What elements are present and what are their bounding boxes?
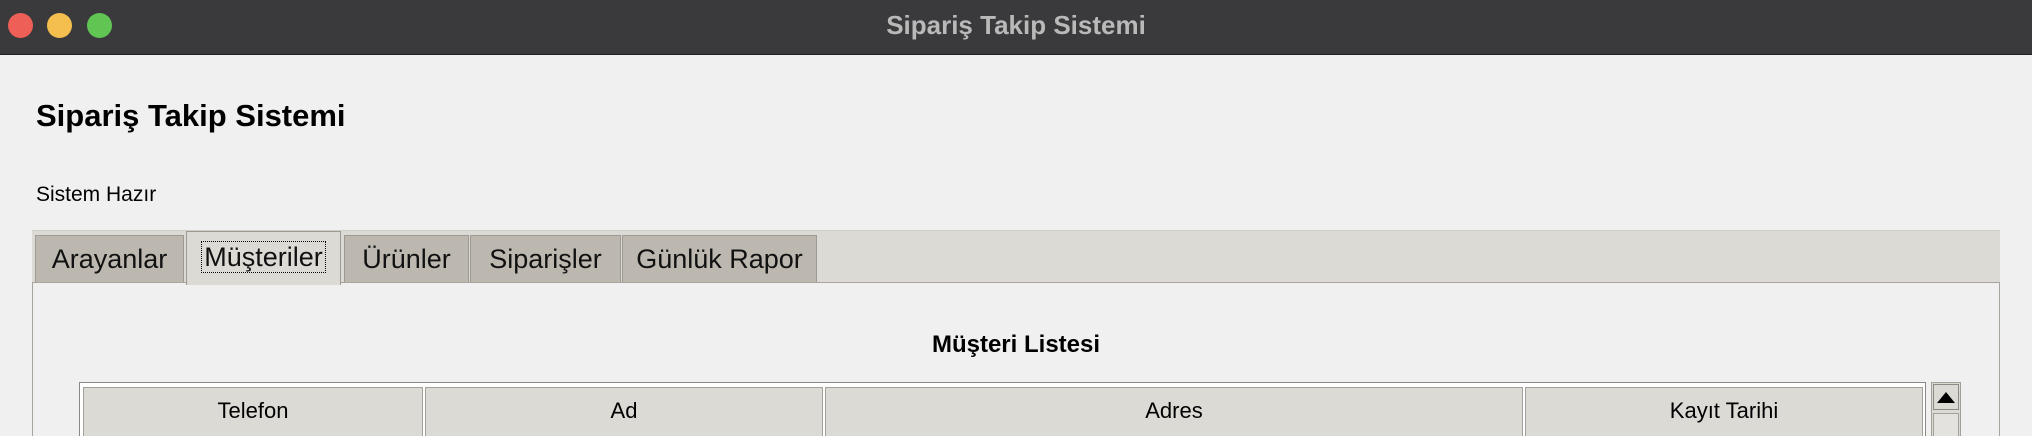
tab-musteriler[interactable]: Müşteriler (186, 231, 341, 285)
arrow-up-icon (1937, 391, 1955, 403)
column-header-telefon[interactable]: Telefon (83, 387, 423, 436)
tab-gunluk-rapor[interactable]: Günlük Rapor (622, 235, 817, 283)
scrollbar-trough[interactable] (1933, 413, 1959, 436)
tab-bar: Arayanlar Müşteriler Ürünler Siparişler … (32, 230, 2000, 285)
vertical-scrollbar[interactable] (1931, 382, 1961, 436)
column-header-adres[interactable]: Adres (825, 387, 1523, 436)
tab-label: Siparişler (489, 244, 602, 274)
customer-list-heading: Müşteri Listesi (931, 331, 1101, 358)
app-window: Sipariş Takip Sistemi Sipariş Takip Sist… (0, 0, 2032, 436)
tab-label: Müşteriler (201, 241, 326, 273)
status-label: Sistem Hazır (36, 183, 157, 206)
customers-panel: Müşteri Listesi Telefon Ad Adres Kayıt T… (32, 282, 2000, 436)
tab-label: Arayanlar (51, 244, 168, 274)
tab-siparisler[interactable]: Siparişler (470, 235, 621, 283)
tab-arayanlar[interactable]: Arayanlar (35, 235, 184, 283)
tab-urunler[interactable]: Ürünler (344, 235, 469, 283)
tab-label: Ürünler (362, 244, 451, 274)
app-heading: Sipariş Takip Sistemi (36, 98, 346, 133)
window-title: Sipariş Takip Sistemi (886, 10, 1146, 40)
tab-label: Günlük Rapor (636, 244, 803, 274)
customers-table[interactable]: Telefon Ad Adres Kayıt Tarihi (79, 382, 1926, 436)
column-header-kayit-tarihi[interactable]: Kayıt Tarihi (1525, 387, 1923, 436)
column-header-ad[interactable]: Ad (425, 387, 823, 436)
scroll-up-button[interactable] (1933, 384, 1959, 410)
title-bar[interactable]: Sipariş Takip Sistemi (0, 0, 2032, 55)
